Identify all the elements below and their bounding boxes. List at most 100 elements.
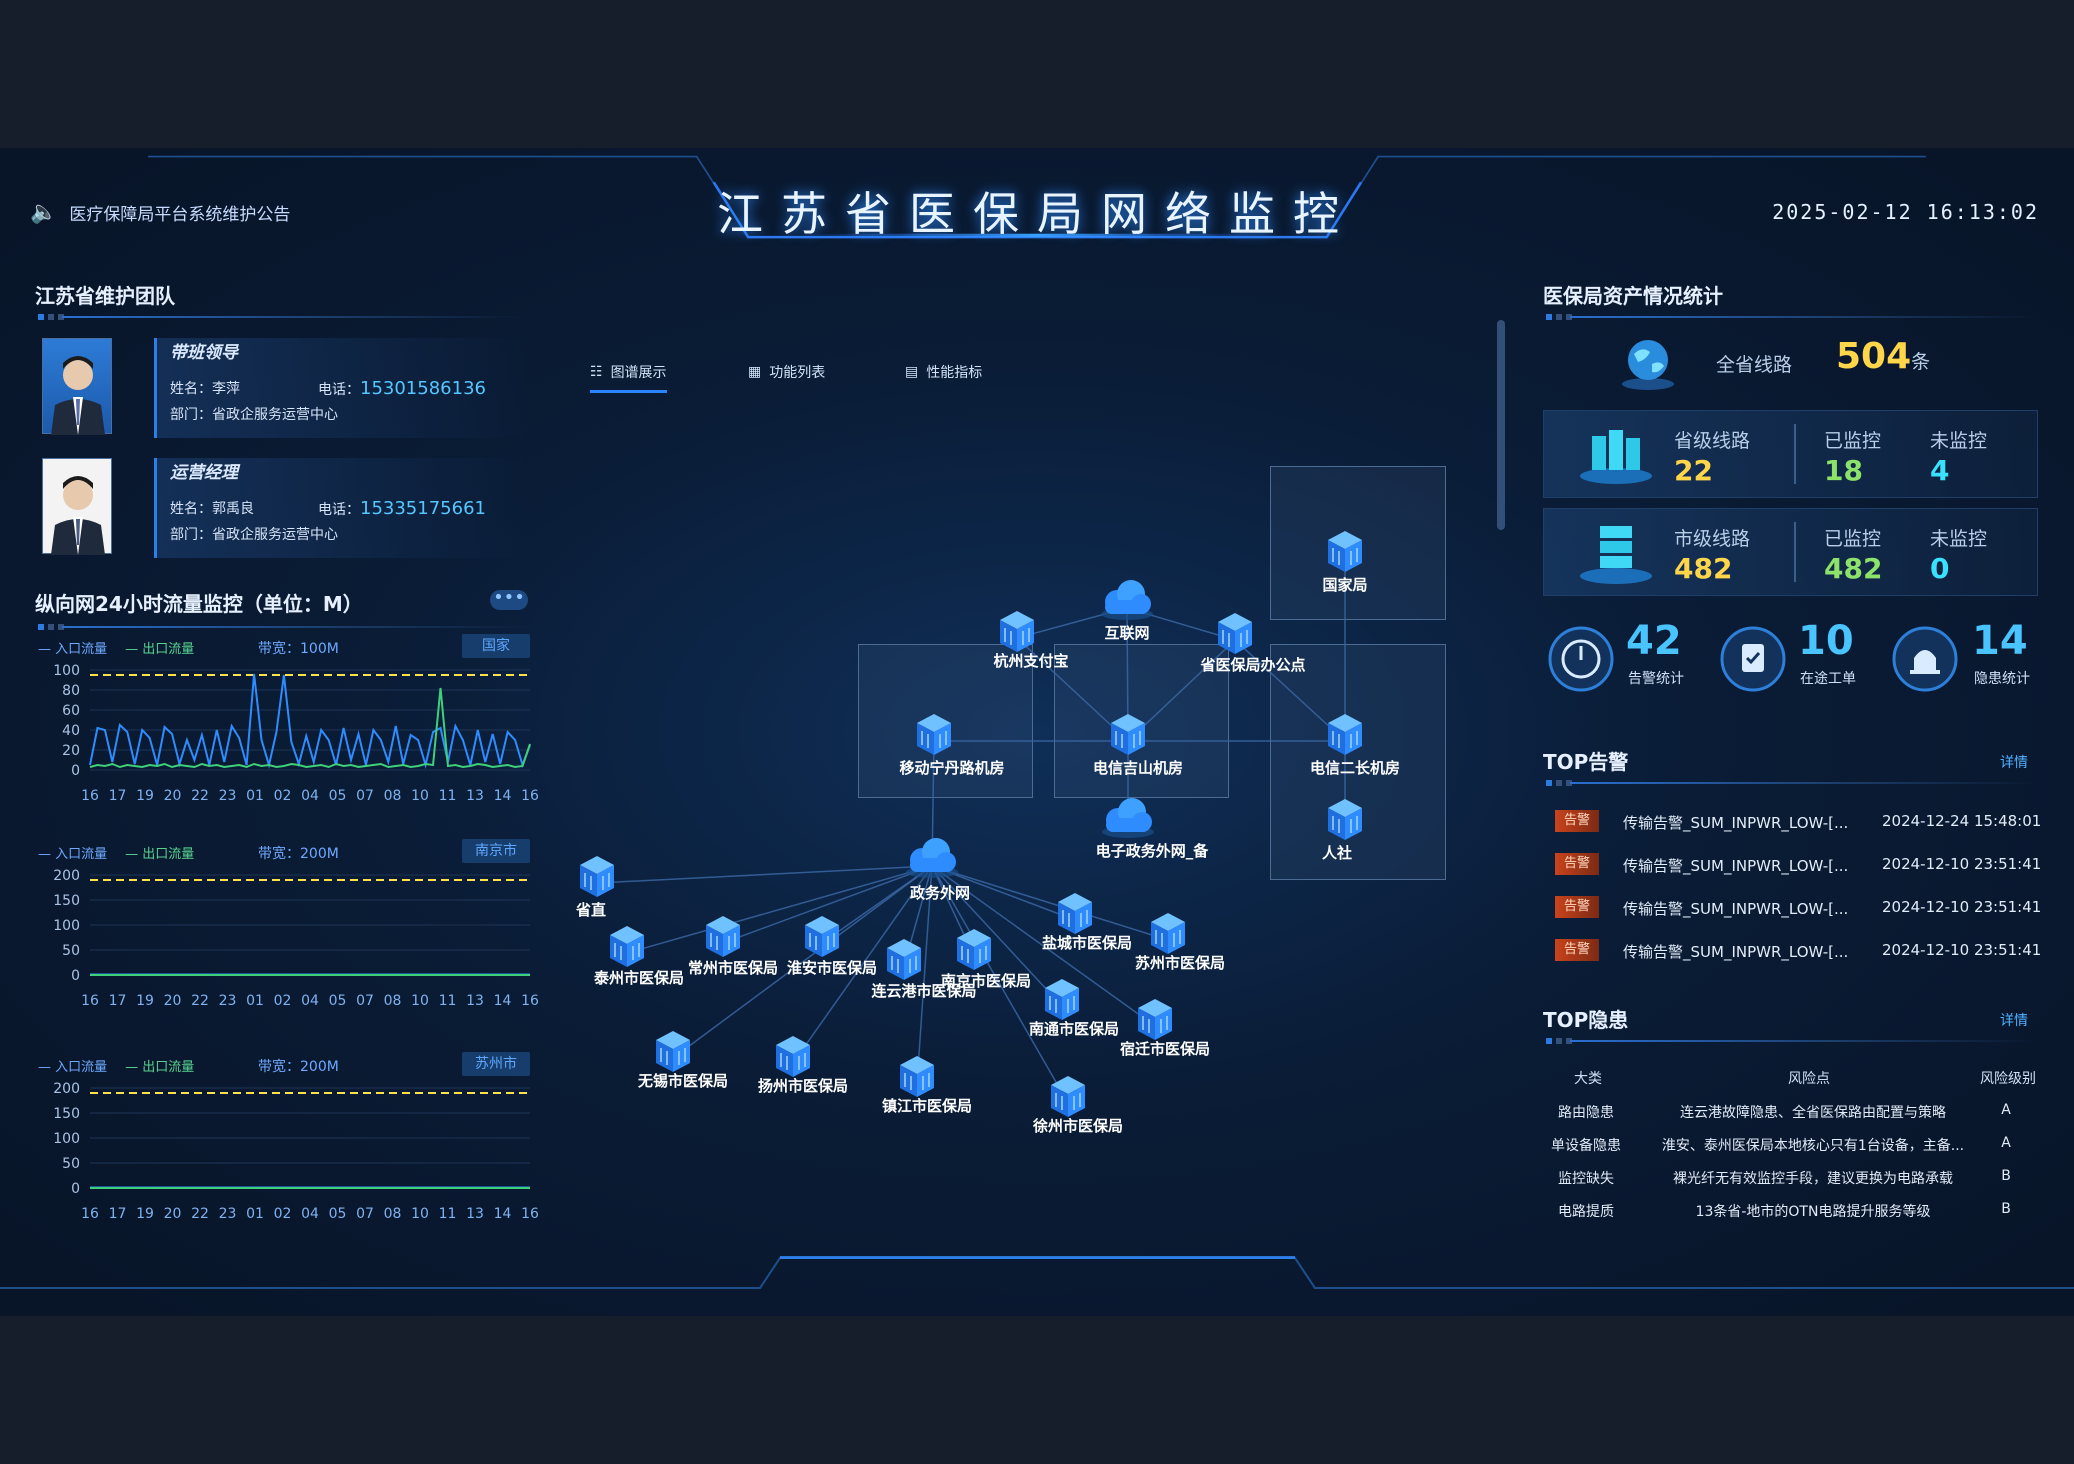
alarm-text: 传输告警_SUM_INPWR_LOW-[... — [1623, 857, 1849, 875]
alarm-time: 2024-12-10 23:51:41 — [1882, 898, 2042, 916]
alarm-tag: 告警 — [1555, 939, 1599, 961]
node-label: 无锡市医保局 — [637, 1072, 728, 1090]
node-label: 泰州市医保局 — [593, 969, 684, 987]
node-label: 镇江市医保局 — [882, 1097, 972, 1115]
node-suzhou[interactable]: 苏州市医保局 — [1135, 913, 1225, 972]
node-hulianwang[interactable]: 互联网 — [1101, 580, 1153, 642]
node-yangzhou[interactable]: 扬州市医保局 — [758, 1036, 848, 1095]
server-cube-icon — [1111, 714, 1145, 755]
city-unmonitored: 0 — [1930, 552, 1950, 585]
provincial-monitored-label: 已监控 — [1824, 430, 1882, 452]
node-hangzhou[interactable]: 杭州支付宝 — [993, 611, 1069, 670]
risk-count: 14 — [1972, 618, 2028, 664]
node-label: 互联网 — [1104, 624, 1149, 642]
assets-title: 医保局资产情况统计 — [1543, 284, 1723, 308]
server-cube-icon — [1058, 893, 1092, 934]
provincial-unmonitored-label: 未监控 — [1930, 430, 1988, 452]
city-unmonitored-label: 未监控 — [1930, 528, 1988, 550]
node-taizhou[interactable]: 泰州市医保局 — [593, 926, 684, 987]
node-label: 国家局 — [1322, 576, 1367, 594]
risk-category: 监控缺失 — [1558, 1171, 1614, 1187]
section-divider — [1570, 316, 2038, 318]
node-nantong[interactable]: 南通市医保局 — [1029, 979, 1119, 1038]
node-zhengwu[interactable]: 政务外网 — [906, 838, 970, 902]
node-label: 苏州市医保局 — [1135, 954, 1225, 972]
alarm-count-label: 告警统计 — [1628, 671, 1684, 687]
cloud-icon — [1101, 580, 1153, 620]
section-dots — [1546, 780, 1572, 786]
cloud-icon — [906, 838, 958, 878]
node-label: 省医保局办公点 — [1199, 656, 1305, 674]
risk-point: 淮安、泰州医保局本地核心只有1台设备，主备... — [1661, 1138, 1965, 1154]
risk-header-point: 风险点 — [1788, 1071, 1830, 1087]
node-guojiaju[interactable]: 国家局 — [1322, 531, 1368, 594]
node-suqian[interactable]: 宿迁市医保局 — [1120, 999, 1210, 1058]
node-label: 移动宁丹路机房 — [899, 759, 1004, 777]
counter-alarms[interactable] — [1548, 626, 1614, 696]
node-dianxin_jishan[interactable]: 电信吉山机房 — [1093, 714, 1183, 777]
node-wuxi[interactable]: 无锡市医保局 — [637, 1031, 728, 1090]
alarm-tag: 告警 — [1555, 810, 1599, 832]
node-label: 南通市医保局 — [1029, 1020, 1119, 1038]
node-label: 宿迁市医保局 — [1120, 1040, 1210, 1058]
counter-risks[interactable] — [1892, 626, 1958, 696]
alarm-text: 传输告警_SUM_INPWR_LOW-[... — [1623, 943, 1849, 961]
node-dianzi[interactable]: 电子政务外网_备 — [1096, 798, 1210, 860]
node-yidong[interactable]: 移动宁丹路机房 — [899, 714, 1005, 777]
power-icon — [1548, 626, 1614, 692]
server-icon — [1578, 522, 1654, 590]
risk-header-level: 风险级别 — [1980, 1071, 2036, 1087]
node-renshe[interactable]: 人社 — [1322, 799, 1362, 862]
city-label: 市级线路 — [1674, 528, 1751, 550]
node-shengzhi[interactable]: 省直 — [575, 856, 614, 919]
server-cube-icon — [656, 1031, 690, 1072]
node-label: 政务外网 — [910, 884, 970, 902]
server-cube-icon — [887, 939, 921, 980]
risk-level: A — [2001, 1102, 2011, 1118]
risk-category: 路由隐患 — [1558, 1105, 1614, 1121]
node-label: 徐州市医保局 — [1032, 1117, 1123, 1135]
server-cube-icon — [1000, 611, 1034, 652]
provincial-unmonitored: 4 — [1930, 454, 1950, 487]
counter-workorders[interactable] — [1720, 626, 1786, 696]
risk-count-label: 隐患统计 — [1974, 671, 2030, 687]
risk-point: 连云港故障隐患、全省医保路由配置与策略 — [1680, 1105, 1946, 1121]
node-dianxin_erchang[interactable]: 电信二长机房 — [1310, 714, 1400, 777]
node-huaian[interactable]: 淮安市医保局 — [787, 916, 877, 977]
top-alarms-title: TOP告警 — [1543, 750, 1629, 774]
server-cube-icon — [957, 929, 991, 970]
total-lines-label: 全省线路 — [1716, 354, 1793, 376]
server-cube-icon — [900, 1056, 934, 1097]
risk-level: B — [2001, 1201, 2011, 1217]
node-label: 电信二长机房 — [1310, 759, 1400, 777]
node-xuzhou[interactable]: 徐州市医保局 — [1032, 1076, 1123, 1135]
alarm-time: 2024-12-10 23:51:41 — [1882, 855, 2042, 873]
building-icon — [1578, 426, 1654, 490]
node-changzhou[interactable]: 常州市医保局 — [688, 916, 778, 977]
alarms-detail-link[interactable]: 详情 — [2000, 752, 2028, 772]
globe-icon — [1620, 336, 1676, 396]
alarm-time: 2024-12-10 23:51:41 — [1882, 941, 2042, 959]
risks-detail-link[interactable]: 详情 — [2000, 1010, 2028, 1030]
top-risks-title: TOP隐患 — [1543, 1008, 1629, 1032]
risk-category: 单设备隐患 — [1551, 1138, 1621, 1154]
node-label: 盐城市医保局 — [1042, 934, 1132, 952]
city-monitored: 482 — [1824, 552, 1883, 585]
alarm-text: 传输告警_SUM_INPWR_LOW-[... — [1623, 900, 1849, 918]
risk-level: B — [2001, 1168, 2011, 1184]
node-label: 电子政务外网_备 — [1096, 842, 1210, 860]
server-cube-icon — [610, 926, 644, 967]
alarm-text: 传输告警_SUM_INPWR_LOW-[... — [1623, 814, 1849, 832]
divider — [1794, 424, 1796, 484]
city-monitored-label: 已监控 — [1824, 528, 1882, 550]
node-nanjing[interactable]: 南京市医保局 — [941, 929, 1031, 990]
dashboard-stage: 🔈 医疗保障局平台系统维护公告 江苏省医保局网络监控 2025-02-12 16… — [0, 148, 2074, 1316]
node-label: 常州市医保局 — [688, 959, 778, 977]
node-shengyibao[interactable]: 省医保局办公点 — [1199, 613, 1306, 674]
risk-point: 13条省-地市的OTN电路提升服务等级 — [1695, 1204, 1931, 1220]
city-value: 482 — [1674, 552, 1733, 585]
section-dots — [1546, 1038, 1572, 1044]
node-yancheng[interactable]: 盐城市医保局 — [1042, 893, 1132, 952]
node-zhenjiang[interactable]: 镇江市医保局 — [882, 1056, 972, 1115]
server-cube-icon — [1328, 714, 1362, 755]
